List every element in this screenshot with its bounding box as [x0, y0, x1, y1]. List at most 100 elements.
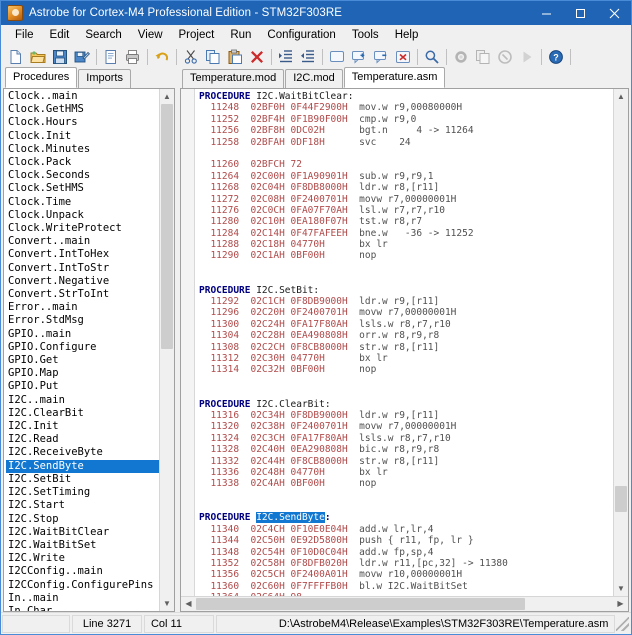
outdent-icon[interactable]	[297, 46, 319, 68]
list-item[interactable]: I2C.Write	[6, 552, 159, 565]
list-item[interactable]: I2C..main	[6, 394, 159, 407]
scroll-down-icon[interactable]: ▼	[160, 596, 174, 611]
comment-icon[interactable]	[326, 46, 348, 68]
list-item[interactable]: Convert.IntToHex	[6, 248, 159, 261]
list-item[interactable]: I2CConfig..main	[6, 565, 159, 578]
scroll-up-icon[interactable]: ▲	[614, 89, 628, 104]
menu-item-view[interactable]: View	[130, 27, 171, 43]
list-item[interactable]: Clock.Init	[6, 130, 159, 143]
list-item[interactable]: Clock.WriteProtect	[6, 222, 159, 235]
menu-item-edit[interactable]: Edit	[42, 27, 78, 43]
tab-procedures[interactable]: Procedures	[5, 67, 78, 88]
remove-comment-icon[interactable]	[370, 46, 392, 68]
close-button[interactable]	[597, 1, 631, 25]
editor-hscroll-thumb[interactable]	[196, 598, 526, 610]
editor-hscroll-track[interactable]	[196, 597, 613, 611]
tab-i2c-mod[interactable]: I2C.mod	[285, 69, 343, 88]
list-item[interactable]: I2C.Stop	[6, 513, 159, 526]
resize-grip[interactable]	[616, 616, 630, 631]
list-item[interactable]: I2C.SetBit	[6, 473, 159, 486]
editor-horizontal-scrollbar[interactable]: ◀ ▶	[181, 596, 628, 611]
menu-item-project[interactable]: Project	[171, 27, 223, 43]
save-all-icon[interactable]	[71, 46, 93, 68]
list-item[interactable]: I2CConfig.ConfigurePins	[6, 579, 159, 592]
procedures-scrollbar[interactable]: ▲ ▼	[159, 89, 174, 611]
run-icon[interactable]	[516, 46, 538, 68]
list-item[interactable]: Error.StdMsg	[6, 314, 159, 327]
menu-item-tools[interactable]: Tools	[344, 27, 387, 43]
list-item[interactable]: Clock.Minutes	[6, 143, 159, 156]
menu-item-search[interactable]: Search	[77, 27, 129, 43]
list-item[interactable]: Convert.IntToStr	[6, 262, 159, 275]
list-item[interactable]: I2C.WaitBitClear	[6, 526, 159, 539]
list-item[interactable]: In.Char	[6, 605, 159, 611]
menu-item-run[interactable]: Run	[222, 27, 259, 43]
editor-vertical-scrollbar[interactable]: ▲ ▼	[613, 89, 628, 596]
maximize-button[interactable]	[563, 1, 597, 25]
list-item[interactable]: I2C.Init	[6, 420, 159, 433]
list-item[interactable]: GPIO.Map	[6, 367, 159, 380]
find-icon[interactable]	[421, 46, 443, 68]
list-item[interactable]: Convert.Negative	[6, 275, 159, 288]
list-item[interactable]: I2C.SetTiming	[6, 486, 159, 499]
tab-temperature-asm[interactable]: Temperature.asm	[343, 67, 446, 88]
list-item[interactable]: I2C.Start	[6, 499, 159, 512]
print-icon[interactable]	[122, 46, 144, 68]
add-comment-icon[interactable]	[348, 46, 370, 68]
editor-vscroll-track[interactable]	[614, 104, 628, 581]
new-file-icon[interactable]	[5, 46, 27, 68]
scroll-right-icon[interactable]: ▶	[613, 597, 628, 611]
tab-imports[interactable]: Imports	[78, 69, 131, 88]
procedures-listbox[interactable]: Clock..main Clock.GetHMS Clock.Hours Clock.…	[3, 88, 175, 612]
undo-icon[interactable]	[151, 46, 173, 68]
list-item[interactable]: Convert..main	[6, 235, 159, 248]
list-item[interactable]: I2C.ReceiveByte	[6, 446, 159, 459]
link-icon[interactable]	[472, 46, 494, 68]
menu-item-help[interactable]: Help	[387, 27, 427, 43]
list-item[interactable]: I2C.SendByte	[6, 459, 159, 473]
procedures-scroll-track[interactable]	[160, 104, 174, 596]
scroll-left-icon[interactable]: ◀	[181, 597, 196, 611]
delete-icon[interactable]	[246, 46, 268, 68]
code-text[interactable]: PROCEDURE I2C.WaitBitClear: 11248 02BF0H…	[195, 89, 613, 596]
close-window-icon[interactable]	[392, 46, 414, 68]
list-item[interactable]: Convert.StrToInt	[6, 288, 159, 301]
list-item[interactable]: GPIO.Configure	[6, 341, 159, 354]
list-item[interactable]: I2C.WaitBitSet	[6, 539, 159, 552]
list-item[interactable]: Clock.GetHMS	[6, 103, 159, 116]
list-item[interactable]: Clock.Seconds	[6, 169, 159, 182]
list-item[interactable]: In..main	[6, 592, 159, 605]
list-item[interactable]: Clock..main	[6, 90, 159, 103]
scroll-down-icon[interactable]: ▼	[614, 581, 628, 596]
list-item[interactable]: I2C.Read	[6, 433, 159, 446]
list-item[interactable]: GPIO.Put	[6, 380, 159, 393]
procedures-list[interactable]: Clock..main Clock.GetHMS Clock.Hours Clock.…	[4, 89, 159, 611]
list-item[interactable]: Clock.Pack	[6, 156, 159, 169]
minimize-button[interactable]	[529, 1, 563, 25]
paste-icon[interactable]	[224, 46, 246, 68]
list-item[interactable]: Clock.SetHMS	[6, 182, 159, 195]
menu-item-file[interactable]: File	[7, 27, 42, 43]
list-item[interactable]: Clock.Unpack	[6, 209, 159, 222]
menu-item-configuration[interactable]: Configuration	[259, 27, 343, 43]
help-icon[interactable]: ?	[545, 46, 567, 68]
tab-temperature-mod[interactable]: Temperature.mod	[182, 69, 285, 88]
compile-icon[interactable]	[494, 46, 516, 68]
list-item[interactable]: GPIO.Get	[6, 354, 159, 367]
scroll-up-icon[interactable]: ▲	[160, 89, 174, 104]
list-item[interactable]: I2C.ClearBit	[6, 407, 159, 420]
list-item[interactable]: Clock.Time	[6, 196, 159, 209]
build-icon[interactable]	[450, 46, 472, 68]
cut-icon[interactable]	[180, 46, 202, 68]
list-item[interactable]: Error..main	[6, 301, 159, 314]
list-item[interactable]: Clock.Hours	[6, 116, 159, 129]
save-icon[interactable]	[49, 46, 71, 68]
list-item[interactable]: GPIO..main	[6, 328, 159, 341]
copy-icon[interactable]	[202, 46, 224, 68]
procedures-scroll-thumb[interactable]	[161, 104, 173, 349]
code-editor[interactable]: PROCEDURE I2C.WaitBitClear: 11248 02BF0H…	[180, 88, 629, 612]
indent-icon[interactable]	[275, 46, 297, 68]
editor-vscroll-thumb[interactable]	[615, 486, 627, 512]
print-preview-icon[interactable]	[100, 46, 122, 68]
open-folder-icon[interactable]	[27, 46, 49, 68]
